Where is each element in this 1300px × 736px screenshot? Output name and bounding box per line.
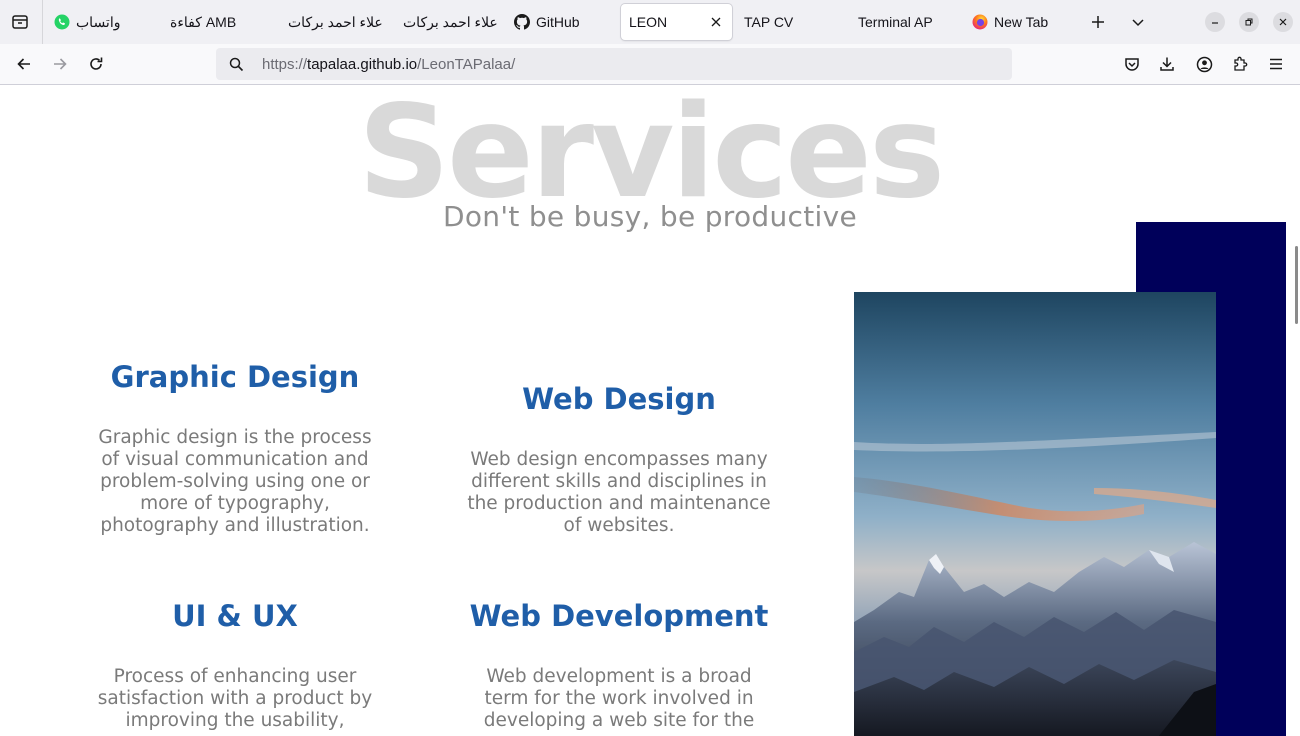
service-title: Web Development [469,599,769,633]
minimize-icon[interactable] [1205,12,1225,32]
whatsapp-icon [54,14,70,30]
service-ui-ux: UI & UX Process of enhancing user satisf… [85,599,385,732]
mountain-photo [854,292,1216,736]
back-arrow-icon[interactable] [14,54,34,74]
tab-label: New Tab [994,14,1049,30]
tab-label: LEON [629,14,668,30]
web-page: Services Don't be busy, be productive Gr… [0,85,1300,736]
tab-bar: واتساب كفاءة AMB علاء احمد بركات علاء اح… [0,0,1300,44]
service-title: Web Design [522,382,716,416]
tab-label: TAP CV [744,14,794,30]
forward-arrow-icon[interactable] [50,54,70,74]
tab-amb[interactable]: كفاءة AMB [170,4,270,40]
tab-tap-cv[interactable]: TAP CV [744,4,844,40]
new-tab-plus-icon[interactable] [1088,12,1108,32]
restore-icon[interactable] [1239,12,1259,32]
tab-label: علاء احمد بركات [288,13,383,30]
service-web-development: Web Development Web development is a bro… [458,599,780,732]
url-scheme: https:// [262,56,308,73]
tab-label: كفاءة AMB [170,13,237,30]
firefox-view-icon[interactable] [10,12,30,32]
service-description: Web design encompasses many different sk… [467,449,771,536]
github-icon [514,14,530,30]
service-description: Graphic design is the process of visual … [98,427,372,536]
account-icon[interactable] [1194,54,1214,74]
section-subtitle: Don't be busy, be productive [443,200,857,233]
tab-leon[interactable]: LEON [621,4,732,40]
service-web-design: Web Design Web design encompasses many d… [458,382,780,537]
address-bar[interactable]: https://tapalaa.github.io/LeonTAPalaa/ [216,48,1012,80]
service-description: Process of enhancing user satisfaction w… [97,666,373,731]
url-path: /LeonTAPalaa/ [417,56,516,73]
tab-label: واتساب [76,13,121,30]
tab-alaa-2[interactable]: علاء احمد بركات [403,4,503,40]
tab-alaa-1[interactable]: علاء احمد بركات [288,4,388,40]
reload-icon[interactable] [86,54,106,74]
window-close-icon[interactable] [1273,12,1293,32]
extensions-icon[interactable] [1230,54,1250,74]
tab-whatsapp[interactable]: واتساب [54,4,154,40]
tab-label: علاء احمد بركات [403,13,498,30]
tab-label: GitHub [536,14,580,30]
tab-new-tab[interactable]: New Tab [972,4,1072,40]
page-scrollbar[interactable] [1295,246,1298,324]
close-icon[interactable] [708,14,724,30]
service-description: Web development is a broad term for the … [483,666,755,731]
downloads-icon[interactable] [1157,54,1177,74]
service-title: Graphic Design [110,360,360,394]
tab-github[interactable]: GitHub [514,4,609,40]
tab-terminal-ap[interactable]: Terminal AP [858,4,958,40]
service-title: UI & UX [172,599,298,633]
section-background-title: Services [357,85,945,227]
navigation-toolbar: https://tapalaa.github.io/LeonTAPalaa/ [0,44,1300,85]
pocket-icon[interactable] [1122,54,1142,74]
firefox-icon [972,14,988,30]
list-all-tabs-chevron-icon[interactable] [1128,12,1148,32]
search-icon [228,56,244,72]
tab-label: Terminal AP [858,14,933,30]
url-text[interactable]: https://tapalaa.github.io/LeonTAPalaa/ [262,56,515,73]
url-host: tapalaa.github.io [307,56,418,73]
service-graphic-design: Graphic Design Graphic design is the pro… [85,360,385,537]
menu-hamburger-icon[interactable] [1266,54,1286,74]
